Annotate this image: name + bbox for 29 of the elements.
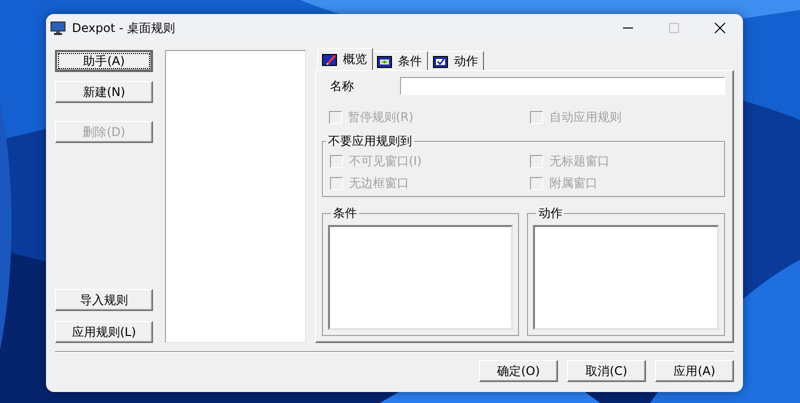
name-field[interactable] — [400, 77, 725, 95]
checkbox-label: 暂停规则(R) — [348, 108, 414, 126]
list-box[interactable] — [533, 225, 719, 330]
group-title: 动作 — [537, 205, 564, 222]
dialog-button[interactable]: 取消(C) — [567, 360, 646, 382]
tab[interactable]: 概览 — [316, 48, 373, 70]
monitor-icon — [50, 20, 66, 36]
dialog-button[interactable]: 应用(A) — [655, 360, 734, 382]
side-button[interactable]: 导入规则 — [55, 289, 153, 311]
checkmark-icon — [432, 54, 449, 68]
close-icon[interactable] — [714, 22, 726, 34]
tab[interactable]: 动作 — [428, 51, 484, 70]
side-button[interactable]: 应用规则(L) — [55, 321, 153, 343]
checkbox-label: 无边框窗口 — [348, 174, 409, 192]
checkbox-label: 无标题窗口 — [549, 152, 610, 170]
checkbox-label: 自动应用规则 — [549, 108, 622, 126]
dialog-button[interactable]: 确定(O) — [479, 360, 558, 382]
group-title: 条件 — [332, 205, 358, 222]
list-box[interactable] — [328, 225, 514, 330]
checkbox-label: 附属窗口 — [549, 174, 598, 192]
side-button[interactable]: 新建(N) — [55, 81, 153, 103]
pencil-icon — [322, 53, 338, 66]
tab[interactable]: 条件 — [372, 51, 428, 70]
checkbox-label: 不可见窗口(I) — [348, 152, 422, 170]
window-title: Dexpot - 桌面规则 — [72, 20, 176, 36]
field-label: 名称 — [328, 78, 355, 94]
group-title: 不要应用规则到 — [326, 133, 413, 150]
side-button[interactable]: 助手(A) — [55, 50, 153, 72]
window-icon — [376, 54, 393, 68]
